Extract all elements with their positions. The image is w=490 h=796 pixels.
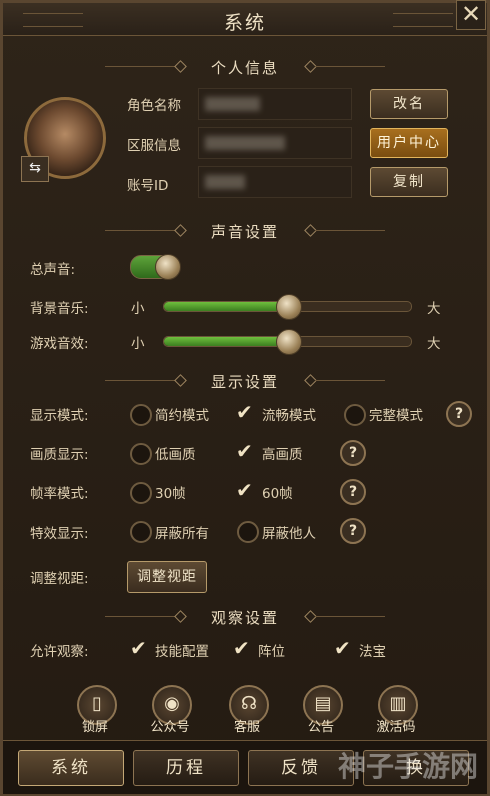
mode-full-radio[interactable] (344, 404, 366, 426)
sfx-label: 游戏音效: (30, 336, 89, 352)
switch-character-button[interactable]: ⇆ (21, 156, 49, 182)
bgm-min-label: 小 (131, 301, 145, 317)
section-divider-right (315, 66, 385, 67)
checkmark-icon: ✔ (233, 636, 250, 660)
question-icon: ? (348, 523, 358, 539)
section-title-sound: 声音设置 (210, 223, 279, 241)
tab-system[interactable]: 系统 (18, 750, 124, 786)
role-name-field (198, 88, 352, 120)
display-mode-help-button[interactable]: ? (446, 401, 472, 427)
sfx-min-label: 小 (131, 336, 145, 352)
server-info-field (198, 127, 352, 159)
effects-label: 特效显示: (30, 526, 89, 542)
tab-history[interactable]: 历程 (133, 750, 239, 786)
fps-30-radio[interactable] (130, 482, 152, 504)
view-distance-label: 调整视距: (30, 571, 89, 587)
watermark: 神子手游网 (337, 750, 478, 783)
bgm-label: 背景音乐: (30, 301, 89, 317)
rename-button[interactable]: 改名 (370, 89, 448, 119)
copy-button[interactable]: 复制 (370, 167, 448, 197)
quality-high-checkbox[interactable]: ✔ (236, 441, 256, 461)
quality-help-button[interactable]: ? (340, 440, 366, 466)
checkmark-icon: ✔ (236, 400, 253, 424)
window-title: 系统 (223, 12, 266, 34)
section-title-display: 显示设置 (210, 373, 279, 391)
effects-help-button[interactable]: ? (340, 518, 366, 544)
checkmark-icon: ✔ (236, 478, 253, 502)
observe-formation-checkbox[interactable]: ✔ (233, 638, 253, 658)
mode-simple-radio[interactable] (130, 404, 152, 426)
observe-skills-label: 技能配置 (155, 644, 209, 660)
bgm-max-label: 大 (427, 301, 441, 317)
close-icon: ✕ (460, 0, 482, 28)
toggle-knob (155, 254, 181, 280)
fps-label: 帧率模式: (30, 486, 89, 502)
redacted-value (205, 97, 260, 111)
quality-label: 画质显示: (30, 447, 89, 463)
account-id-label: 账号ID (127, 178, 169, 194)
master-volume-toggle[interactable] (130, 254, 181, 280)
title-bar: 系统 (3, 3, 487, 36)
fps-60-checkbox[interactable]: ✔ (236, 480, 256, 500)
customer-service-label: 客服 (233, 720, 260, 735)
lock-screen-label: 锁屏 (81, 720, 108, 735)
master-volume-label: 总声音: (30, 262, 76, 278)
bgm-slider[interactable] (163, 294, 412, 320)
section-divider-right (315, 616, 385, 617)
sfx-slider[interactable] (163, 329, 412, 355)
quality-high-label: 高画质 (262, 447, 303, 463)
fps-30-label: 30帧 (155, 486, 186, 502)
observe-treasure-checkbox[interactable]: ✔ (334, 638, 354, 658)
sfx-slider-fill (164, 337, 288, 346)
adjust-view-distance-button[interactable]: 调整视距 (127, 561, 207, 593)
checkmark-icon: ✔ (130, 636, 147, 660)
role-name-label: 角色名称 (127, 98, 181, 114)
quality-low-label: 低画质 (155, 447, 196, 463)
bgm-slider-knob[interactable] (276, 294, 302, 320)
checkmark-icon: ✔ (236, 439, 253, 463)
question-icon: ? (348, 445, 358, 461)
question-icon: ? (454, 406, 464, 422)
effects-hide-others-radio[interactable] (237, 521, 259, 543)
announcement-label: 公告 (307, 720, 334, 735)
effects-hide-all-radio[interactable] (130, 521, 152, 543)
effects-hide-all-label: 屏蔽所有 (155, 526, 209, 542)
account-id-field (198, 166, 352, 198)
sfx-slider-knob[interactable] (276, 329, 302, 355)
section-title-personal: 个人信息 (210, 59, 279, 77)
bgm-slider-fill (164, 302, 288, 311)
section-title-observe: 观察设置 (210, 609, 279, 627)
checkmark-icon: ✔ (334, 636, 351, 660)
activation-code-label: 激活码 (376, 720, 416, 735)
observe-skills-checkbox[interactable]: ✔ (130, 638, 150, 658)
fps-help-button[interactable]: ? (340, 479, 366, 505)
official-account-label: 公众号 (150, 720, 190, 735)
server-info-label: 区服信息 (127, 138, 181, 154)
section-divider-right (315, 230, 385, 231)
fps-60-label: 60帧 (262, 486, 293, 502)
mode-smooth-checkbox[interactable]: ✔ (236, 402, 256, 422)
quality-low-radio[interactable] (130, 443, 152, 465)
mode-full-label: 完整模式 (369, 408, 423, 424)
observe-formation-label: 阵位 (258, 644, 285, 660)
mode-smooth-label: 流畅模式 (262, 408, 316, 424)
redacted-value (205, 175, 245, 189)
section-divider-right (315, 380, 385, 381)
display-mode-label: 显示模式: (30, 408, 89, 424)
mode-simple-label: 简约模式 (155, 408, 209, 424)
question-icon: ? (348, 484, 358, 500)
observe-treasure-label: 法宝 (359, 644, 386, 660)
allow-observe-label: 允许观察: (30, 644, 89, 660)
sfx-max-label: 大 (427, 336, 441, 352)
user-center-button[interactable]: 用户中心 (370, 128, 448, 158)
redacted-value (205, 136, 285, 150)
swap-arrows-icon: ⇆ (29, 160, 41, 176)
close-button[interactable]: ✕ (456, 0, 486, 30)
effects-hide-others-label: 屏蔽他人 (262, 526, 316, 542)
